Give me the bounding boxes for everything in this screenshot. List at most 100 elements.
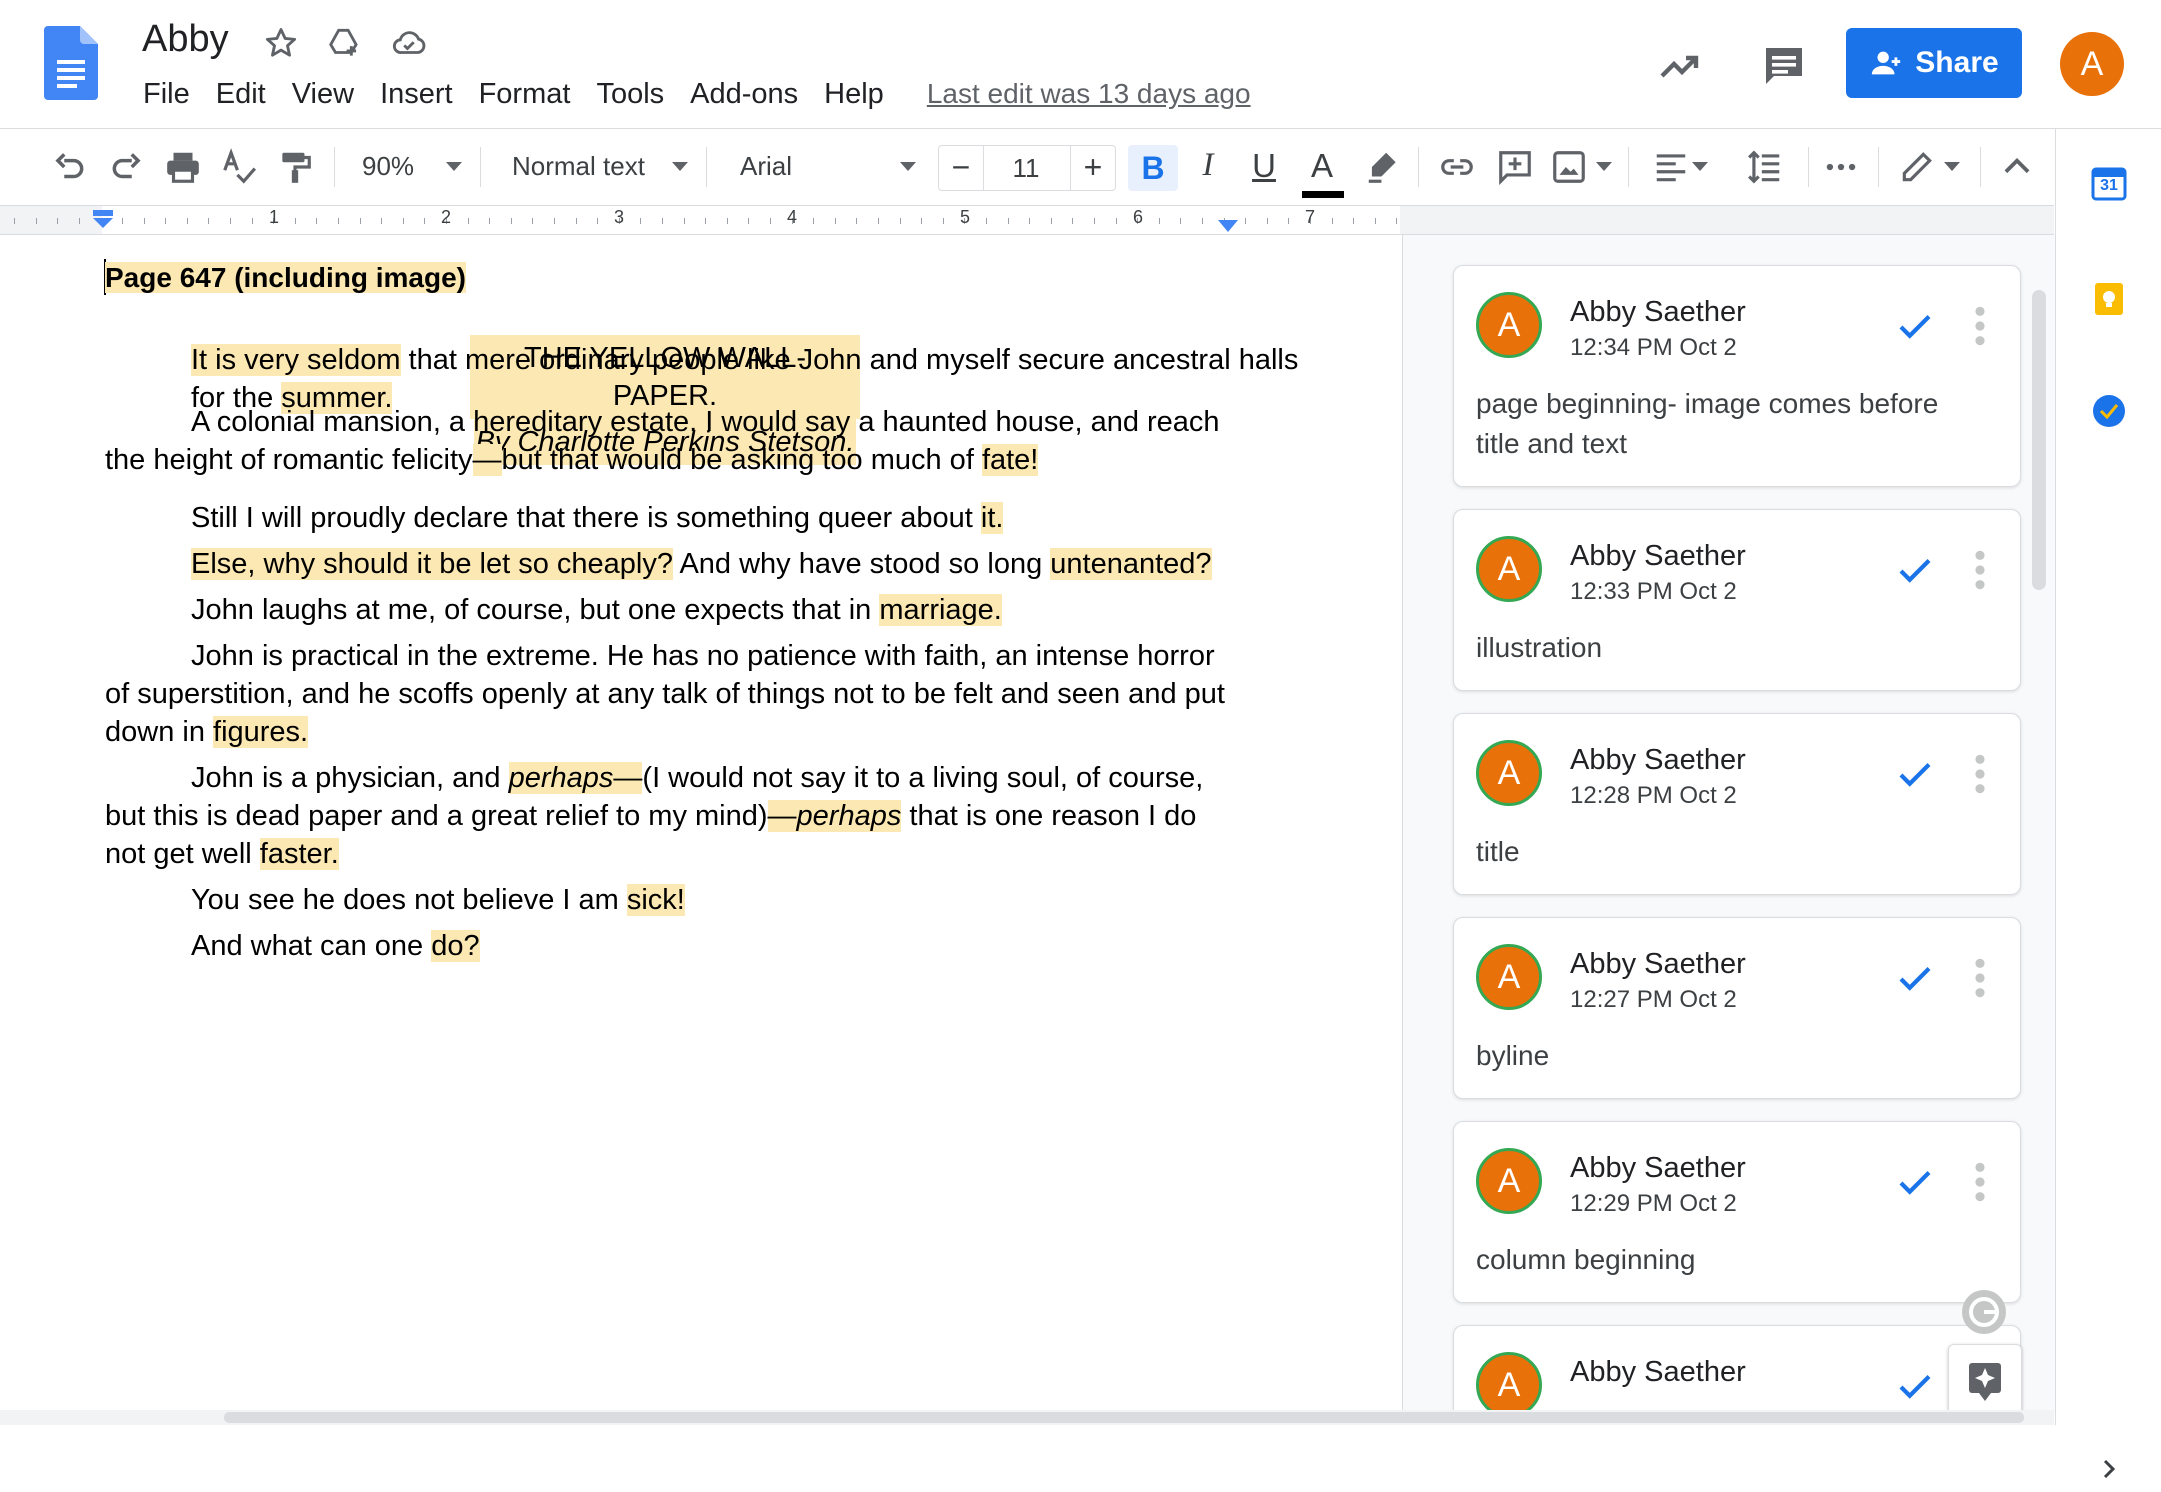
menu-edit[interactable]: Edit xyxy=(203,74,279,115)
print-icon[interactable] xyxy=(164,148,202,186)
comment-time: 12:34 PM Oct 2 xyxy=(1570,334,1737,361)
ruler-tick xyxy=(511,218,512,224)
document-canvas[interactable]: Page 647 (including image) THE YELLOW WA… xyxy=(0,235,1400,1415)
ruler-tick xyxy=(57,218,58,224)
comment-time: 12:29 PM Oct 2 xyxy=(1570,1190,1737,1217)
text-color-button[interactable]: A xyxy=(1302,147,1344,198)
bold-button[interactable]: B xyxy=(1128,145,1178,191)
highlighted-text: — xyxy=(472,444,502,476)
resolve-check-icon[interactable] xyxy=(1894,754,1936,796)
more-vert-icon[interactable] xyxy=(1974,304,1986,348)
add-comment-icon[interactable] xyxy=(1496,148,1534,186)
increase-font-size-button[interactable]: + xyxy=(1070,146,1115,190)
highlight-color-icon[interactable] xyxy=(1364,148,1402,186)
zoom-caret-icon[interactable] xyxy=(446,162,462,171)
menu-file[interactable]: File xyxy=(130,74,203,115)
share-button[interactable]: Share xyxy=(1846,28,2022,98)
line-spacing-icon[interactable] xyxy=(1746,148,1784,186)
last-edit-link[interactable]: Last edit was 13 days ago xyxy=(927,74,1251,115)
comment-card[interactable]: A Abby Saether 12:28 PM Oct 2 title xyxy=(1453,713,2021,895)
toolbar-divider xyxy=(334,147,335,187)
insert-link-icon[interactable] xyxy=(1438,148,1476,186)
toolbar-divider xyxy=(706,147,707,187)
tasks-icon[interactable] xyxy=(2091,393,2127,429)
resolve-check-icon[interactable] xyxy=(1894,1366,1936,1408)
editing-mode-pencil-icon[interactable] xyxy=(1898,148,1936,186)
align-caret-icon[interactable] xyxy=(1692,162,1708,171)
ruler-tick xyxy=(813,218,814,224)
font-size-input[interactable]: 11 xyxy=(983,146,1069,190)
comment-avatar: A xyxy=(1476,740,1542,806)
resolve-check-icon[interactable] xyxy=(1894,550,1936,592)
resolve-check-icon[interactable] xyxy=(1894,306,1936,348)
align-left-icon[interactable] xyxy=(1652,148,1690,186)
horizontal-scrollbar-thumb[interactable] xyxy=(224,1412,2024,1423)
style-caret-icon[interactable] xyxy=(672,162,688,171)
paragraph-text: John laughs at me, of course, but one ex… xyxy=(191,594,880,626)
docs-logo-icon[interactable] xyxy=(44,26,98,100)
ruler-tick xyxy=(532,218,533,224)
ruler[interactable]: 1 2 3 4 5 6 7 xyxy=(0,206,2054,235)
more-options-icon[interactable] xyxy=(1822,148,1860,186)
insert-image-icon[interactable] xyxy=(1550,148,1588,186)
more-vert-icon[interactable] xyxy=(1974,1160,1986,1204)
comment-card[interactable]: A Abby Saether 12:33 PM Oct 2 illustrati… xyxy=(1453,509,2021,691)
activity-trend-icon[interactable] xyxy=(1656,42,1704,90)
italic-button[interactable]: I xyxy=(1188,147,1228,184)
menu-tools[interactable]: Tools xyxy=(583,74,677,115)
cloud-saved-icon[interactable] xyxy=(390,24,428,67)
menu-format[interactable]: Format xyxy=(466,74,584,115)
resolve-check-icon[interactable] xyxy=(1894,1162,1936,1204)
comment-card[interactable]: A Abby Saether 12:27 PM Oct 2 byline xyxy=(1453,917,2021,1099)
redo-icon[interactable] xyxy=(108,148,146,186)
comment-text: column beginning xyxy=(1476,1244,1696,1275)
comment-avatar: A xyxy=(1476,944,1542,1010)
comment-card[interactable]: A Abby Saether 12:29 PM Oct 2 column beg… xyxy=(1453,1121,2021,1303)
undo-icon[interactable] xyxy=(50,148,88,186)
grammarly-icon[interactable] xyxy=(1962,1290,2006,1334)
zoom-select[interactable]: 90% xyxy=(362,151,414,182)
more-vert-icon[interactable] xyxy=(1974,752,1986,796)
style-select[interactable]: Normal text xyxy=(512,151,645,182)
keep-icon[interactable] xyxy=(2091,281,2127,317)
collapse-menus-icon[interactable] xyxy=(1998,148,2036,186)
first-line-indent-marker-icon[interactable] xyxy=(91,208,115,237)
move-to-drive-icon[interactable] xyxy=(326,24,364,67)
side-panel: 31 xyxy=(2055,129,2161,1479)
ruler-tick xyxy=(403,218,404,224)
ruler-tick xyxy=(144,218,145,224)
menu-insert[interactable]: Insert xyxy=(367,74,466,115)
resolve-check-icon[interactable] xyxy=(1894,958,1936,1000)
paragraph: Still I will proudly declare that there … xyxy=(105,499,1235,537)
comment-card[interactable]: A Abby Saether xyxy=(1453,1325,2021,1415)
menu-help[interactable]: Help xyxy=(811,74,897,115)
star-icon[interactable] xyxy=(262,24,300,67)
menu-view[interactable]: View xyxy=(279,74,367,115)
calendar-icon[interactable]: 31 xyxy=(2091,165,2127,201)
editing-mode-caret-icon[interactable] xyxy=(1944,162,1960,171)
font-caret-icon[interactable] xyxy=(900,162,916,171)
decrease-font-size-button[interactable]: − xyxy=(939,146,984,190)
underline-button[interactable]: U xyxy=(1244,147,1284,185)
more-vert-icon[interactable] xyxy=(1974,956,1986,1000)
ruler-tick xyxy=(921,218,922,224)
comment-card[interactable]: A Abby Saether 12:34 PM Oct 2 page begin… xyxy=(1453,265,2021,487)
ruler-tick xyxy=(748,218,749,224)
ruler-tick xyxy=(576,218,577,224)
spellcheck-icon[interactable] xyxy=(220,148,258,186)
expand-side-panel-icon[interactable] xyxy=(2091,1451,2127,1487)
account-avatar[interactable]: A xyxy=(2060,32,2124,96)
ruler-number: 2 xyxy=(441,207,452,227)
paragraph: John is practical in the extreme. He has… xyxy=(105,637,1235,751)
comment-author: Abby Saether xyxy=(1570,1152,1746,1184)
document-title[interactable]: Abby xyxy=(142,18,229,61)
paint-format-icon[interactable] xyxy=(276,148,314,186)
font-select[interactable]: Arial xyxy=(740,151,792,182)
image-caret-icon[interactable] xyxy=(1596,162,1612,171)
comments-scrollbar[interactable] xyxy=(2032,290,2046,590)
menu-add-ons[interactable]: Add-ons xyxy=(677,74,811,115)
page-label: Page 647 (including image) xyxy=(105,259,466,297)
more-vert-icon[interactable] xyxy=(1974,548,1986,592)
explore-button[interactable] xyxy=(1948,1344,2022,1418)
comment-history-icon[interactable] xyxy=(1760,42,1808,90)
